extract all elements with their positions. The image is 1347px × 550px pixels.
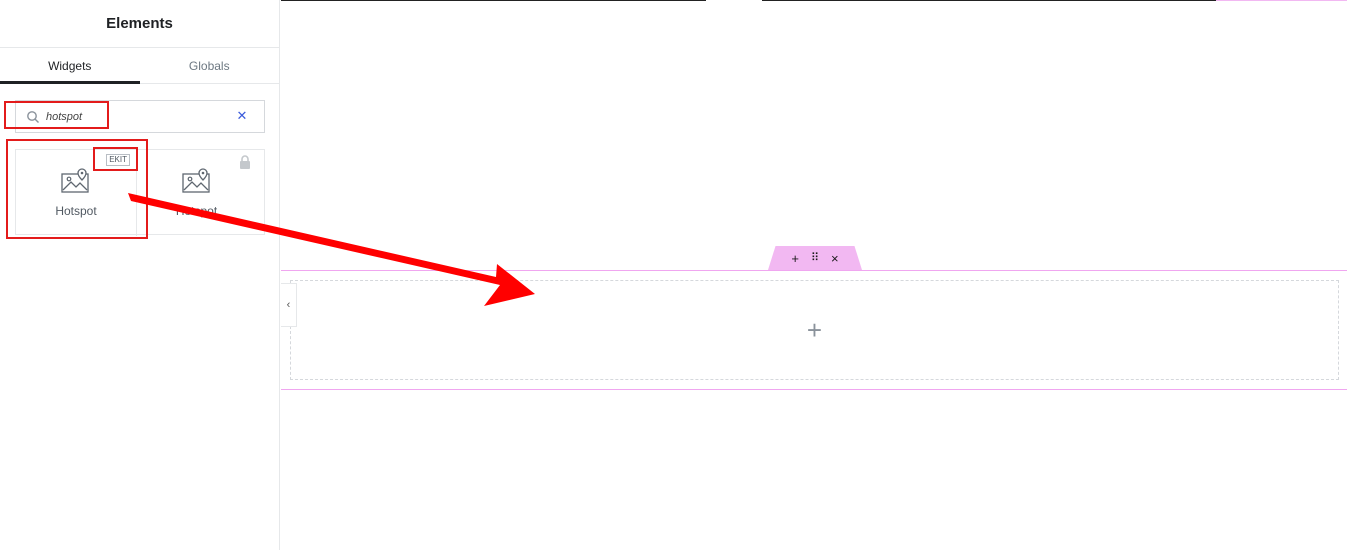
annotation-search-highlight bbox=[4, 101, 109, 129]
lock-icon bbox=[240, 155, 250, 169]
annotation-badge-highlight bbox=[93, 147, 138, 171]
add-widget-button[interactable]: + bbox=[807, 317, 822, 343]
add-section-button[interactable]: + bbox=[791, 252, 799, 265]
widget-hotspot-pro[interactable]: Hotspot bbox=[136, 150, 256, 236]
image-hotspot-icon bbox=[181, 168, 210, 193]
canvas-top-line bbox=[762, 0, 1216, 1]
chevron-left-icon: ‹ bbox=[286, 299, 291, 311]
delete-section-button[interactable]: × bbox=[831, 252, 839, 265]
canvas-top-line bbox=[281, 0, 706, 1]
tab-widgets-label: Widgets bbox=[48, 58, 92, 73]
editor-section: + bbox=[281, 270, 1347, 390]
drag-handle-icon[interactable]: ⠿ bbox=[811, 252, 819, 265]
tab-globals-label: Globals bbox=[188, 58, 230, 73]
panel-title: Elements bbox=[106, 15, 173, 32]
panel-tabs: Widgets Globals bbox=[0, 48, 279, 84]
collapse-panel-button[interactable]: ‹ bbox=[281, 283, 297, 327]
tab-widgets[interactable]: Widgets bbox=[0, 48, 140, 84]
empty-column-dropzone[interactable]: + bbox=[290, 280, 1339, 380]
canvas-top-line bbox=[1216, 0, 1347, 1]
panel-header: Elements bbox=[0, 0, 279, 48]
elements-panel: Elements Widgets Globals ✕ EKIT Hotspot bbox=[0, 0, 280, 550]
section-handle: + ⠿ × bbox=[768, 246, 862, 270]
widget-label: Hotspot bbox=[175, 204, 218, 218]
tab-globals[interactable]: Globals bbox=[140, 48, 280, 83]
close-icon[interactable]: ✕ bbox=[235, 109, 249, 123]
